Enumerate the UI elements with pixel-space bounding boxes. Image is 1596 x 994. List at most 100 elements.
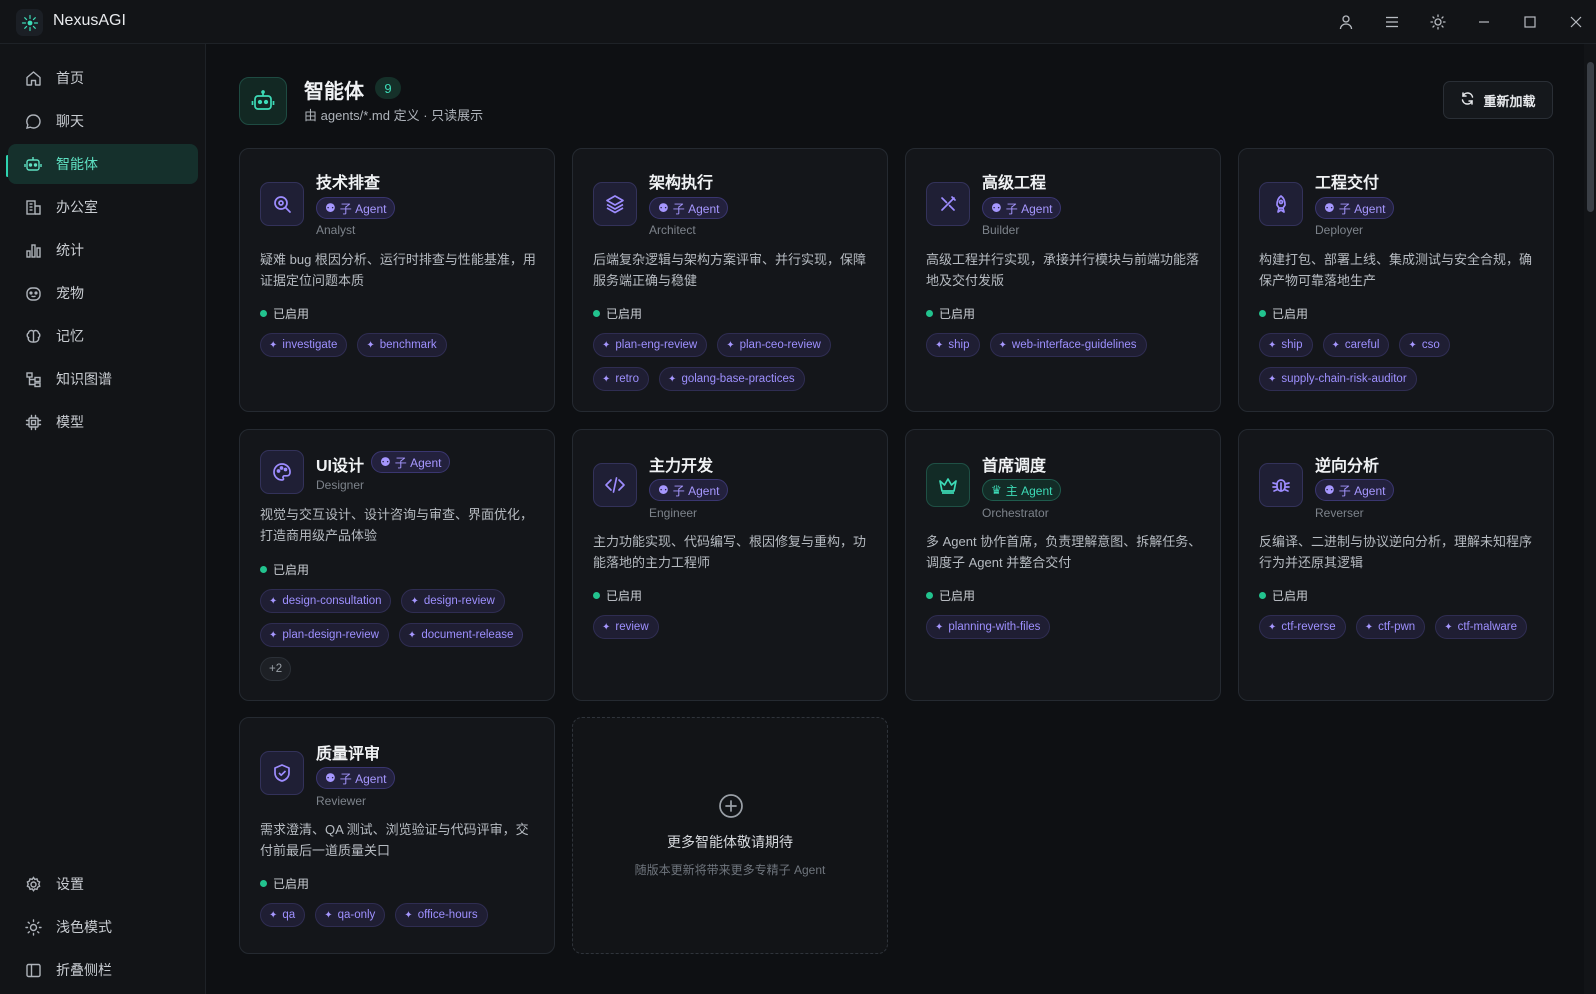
status-dot <box>1259 310 1266 317</box>
pet-icon <box>22 282 44 304</box>
robot-icon: ⚉ <box>325 201 336 215</box>
agent-role: Architect <box>649 223 696 237</box>
sidebar-item-models[interactable]: 模型 <box>8 402 198 442</box>
agent-description: 疑难 bug 根因分析、运行时排查与性能基准，用证据定位问题本质 <box>260 252 536 288</box>
tools-icon <box>926 182 970 226</box>
status-badge: 已启用 <box>260 305 309 322</box>
scrollbar-thumb[interactable] <box>1587 62 1594 212</box>
agent-card[interactable]: 首席调度 ♛ 主 Agent Orchestrator 多 Agent 协作首席，… <box>905 429 1221 701</box>
agent-name: 质量评审 <box>316 746 381 763</box>
skill-tag[interactable]: ✦ ctf-reverse <box>1259 615 1346 639</box>
skill-tag[interactable]: ✦ design-consultation <box>260 589 392 613</box>
agent-card[interactable]: 工程交付 ⚉ 子 Agent Deployer 构建打包、部署上线、集成测试与安全… <box>1238 148 1554 412</box>
skill-tag[interactable]: ✦ benchmark <box>357 333 447 357</box>
crown-icon: ♛ <box>991 483 1002 497</box>
sidebar-item-collapse[interactable]: 折叠侧栏 <box>8 950 198 990</box>
agent-card[interactable]: 技术排查 ⚉ 子 Agent Analyst 疑难 bug 根因分析、运行时排查与… <box>239 148 555 412</box>
skill-tag[interactable]: ✦ golang-base-practices <box>659 367 805 391</box>
sidebar-item-settings[interactable]: 设置 <box>8 864 198 904</box>
sidebar-item-label: 统计 <box>56 242 84 258</box>
status-badge: 已启用 <box>1259 305 1308 322</box>
skill-tag[interactable]: ✦ plan-design-review <box>260 623 389 647</box>
agent-description: 视觉与交互设计、设计咨询与审查、界面优化，打造商用级产品体验 <box>260 507 534 543</box>
skill-tag[interactable]: ✦ plan-ceo-review <box>717 333 831 357</box>
agent-type-badge: ♛ 主 Agent <box>982 479 1062 501</box>
skill-tags: ✦ plan-eng-review ✦ plan-ceo-review ✦ retro… <box>593 333 883 391</box>
sidebar-item-label: 办公室 <box>56 199 98 215</box>
agent-count-badge: 9 <box>375 77 401 99</box>
sidebar: 首页 聊天 智能体 办公室 统计 宠物 记忆 知识图谱 模型 设置 浅色模式 折… <box>0 44 206 994</box>
agent-type-badge: ⚉ 子 Agent <box>371 451 451 473</box>
skill-tag[interactable]: ✦ qa <box>260 903 306 927</box>
agent-role: Analyst <box>316 223 356 237</box>
skill-tag[interactable]: ✦ office-hours <box>395 903 488 927</box>
sidebar-item-label: 宠物 <box>56 285 84 301</box>
skill-tag[interactable]: ✦ retro <box>593 367 650 391</box>
sidebar-item-home[interactable]: 首页 <box>8 58 198 98</box>
minimize-icon[interactable] <box>1473 11 1495 33</box>
agent-card[interactable]: 架构执行 ⚉ 子 Agent Architect 后端复杂逻辑与架构方案评审、并行… <box>572 148 888 412</box>
sidebar-item-memory[interactable]: 记忆 <box>8 316 198 356</box>
agent-role: Designer <box>316 478 365 492</box>
sparkle-icon: ✦ <box>324 909 333 921</box>
sidebar-item-label: 聊天 <box>56 113 84 129</box>
skill-tag[interactable]: ✦ ship <box>1259 333 1313 357</box>
graph-icon <box>22 368 44 390</box>
agent-card[interactable]: UI设计 ⚉ 子 Agent Designer 视觉与交互设计、设计咨询与审查、界… <box>239 429 555 701</box>
skill-tag[interactable]: ✦ review <box>593 615 659 639</box>
close-icon[interactable] <box>1565 11 1587 33</box>
agent-type-badge: ⚉ 子 Agent <box>316 197 396 219</box>
skill-tag[interactable]: ✦ ctf-pwn <box>1355 615 1426 639</box>
sidebar-item-light-mode[interactable]: 浅色模式 <box>8 907 198 947</box>
sidebar-item-agents[interactable]: 智能体 <box>8 144 198 184</box>
theme-sun-icon[interactable] <box>1427 11 1449 33</box>
sidebar-item-label: 记忆 <box>56 328 84 344</box>
skill-tag[interactable]: ✦ plan-eng-review <box>593 333 708 357</box>
reload-button[interactable]: 重新加载 <box>1443 81 1553 119</box>
maximize-icon[interactable] <box>1519 11 1541 33</box>
skill-tag[interactable]: ✦ web-interface-guidelines <box>989 333 1147 357</box>
user-icon[interactable] <box>1335 11 1357 33</box>
skill-tags: ✦ planning-with-files <box>926 615 1216 639</box>
more-tags-badge[interactable]: +2 <box>260 657 292 681</box>
agent-type-badge: ⚉ 子 Agent <box>1315 197 1395 219</box>
skill-tag[interactable]: ✦ careful <box>1322 333 1390 357</box>
more-agents-placeholder: 更多智能体敬请期待 随版本更新将带来更多专精子 Agent <box>572 717 888 954</box>
skill-tag[interactable]: ✦ supply-chain-risk-auditor <box>1259 367 1417 391</box>
shield-check-icon <box>260 751 304 795</box>
sparkle-icon: ✦ <box>602 373 611 385</box>
agent-type-badge: ⚉ 子 Agent <box>316 767 396 789</box>
agent-description: 多 Agent 协作首席，负责理解意图、拆解任务、调度子 Agent 并整合交付 <box>926 534 1202 570</box>
skill-tag[interactable]: ✦ ship <box>926 333 980 357</box>
sidebar-item-knowledge-graph[interactable]: 知识图谱 <box>8 359 198 399</box>
sidebar-item-chat[interactable]: 聊天 <box>8 101 198 141</box>
skill-tag[interactable]: ✦ ctf-malware <box>1435 615 1528 639</box>
agent-name: 架构执行 <box>649 175 714 192</box>
sidebar-item-office[interactable]: 办公室 <box>8 187 198 227</box>
sparkle-icon: ✦ <box>1444 621 1453 633</box>
sidebar-item-stats[interactable]: 统计 <box>8 230 198 270</box>
sparkle-icon: ✦ <box>1408 339 1417 351</box>
robot-icon <box>239 77 287 125</box>
menu-icon[interactable] <box>1381 11 1403 33</box>
sidebar-item-label: 设置 <box>56 876 84 892</box>
agent-role: Orchestrator <box>982 506 1049 520</box>
status-dot <box>593 310 600 317</box>
agent-card[interactable]: 逆向分析 ⚉ 子 Agent Reverser 反编译、二进制与协议逆向分析，理解… <box>1238 429 1554 701</box>
skill-tag[interactable]: ✦ investigate <box>260 333 348 357</box>
robot-icon: ⚉ <box>325 771 336 785</box>
skill-tag[interactable]: ✦ qa-only <box>315 903 386 927</box>
sparkle-icon: ✦ <box>1331 339 1340 351</box>
skill-tag[interactable]: ✦ design-review <box>401 589 505 613</box>
agent-card[interactable]: 高级工程 ⚉ 子 Agent Builder 高级工程并行实现，承接并行模块与前端… <box>905 148 1221 412</box>
skill-tag[interactable]: ✦ document-release <box>398 623 524 647</box>
agent-role: Builder <box>982 223 1020 237</box>
skill-tags: ✦ ship ✦ web-interface-guidelines <box>926 333 1216 357</box>
agent-card[interactable]: 质量评审 ⚉ 子 Agent Reviewer 需求澄清、QA 测试、浏览验证与代… <box>239 717 555 954</box>
agent-card[interactable]: 主力开发 ⚉ 子 Agent Engineer 主力功能实现、代码编写、根因修复与… <box>572 429 888 701</box>
skill-tag[interactable]: ✦ cso <box>1399 333 1450 357</box>
skill-tag[interactable]: ✦ planning-with-files <box>926 615 1051 639</box>
sparkle-icon: ✦ <box>407 629 417 641</box>
sidebar-item-pet[interactable]: 宠物 <box>8 273 198 313</box>
robot-icon <box>22 153 44 175</box>
